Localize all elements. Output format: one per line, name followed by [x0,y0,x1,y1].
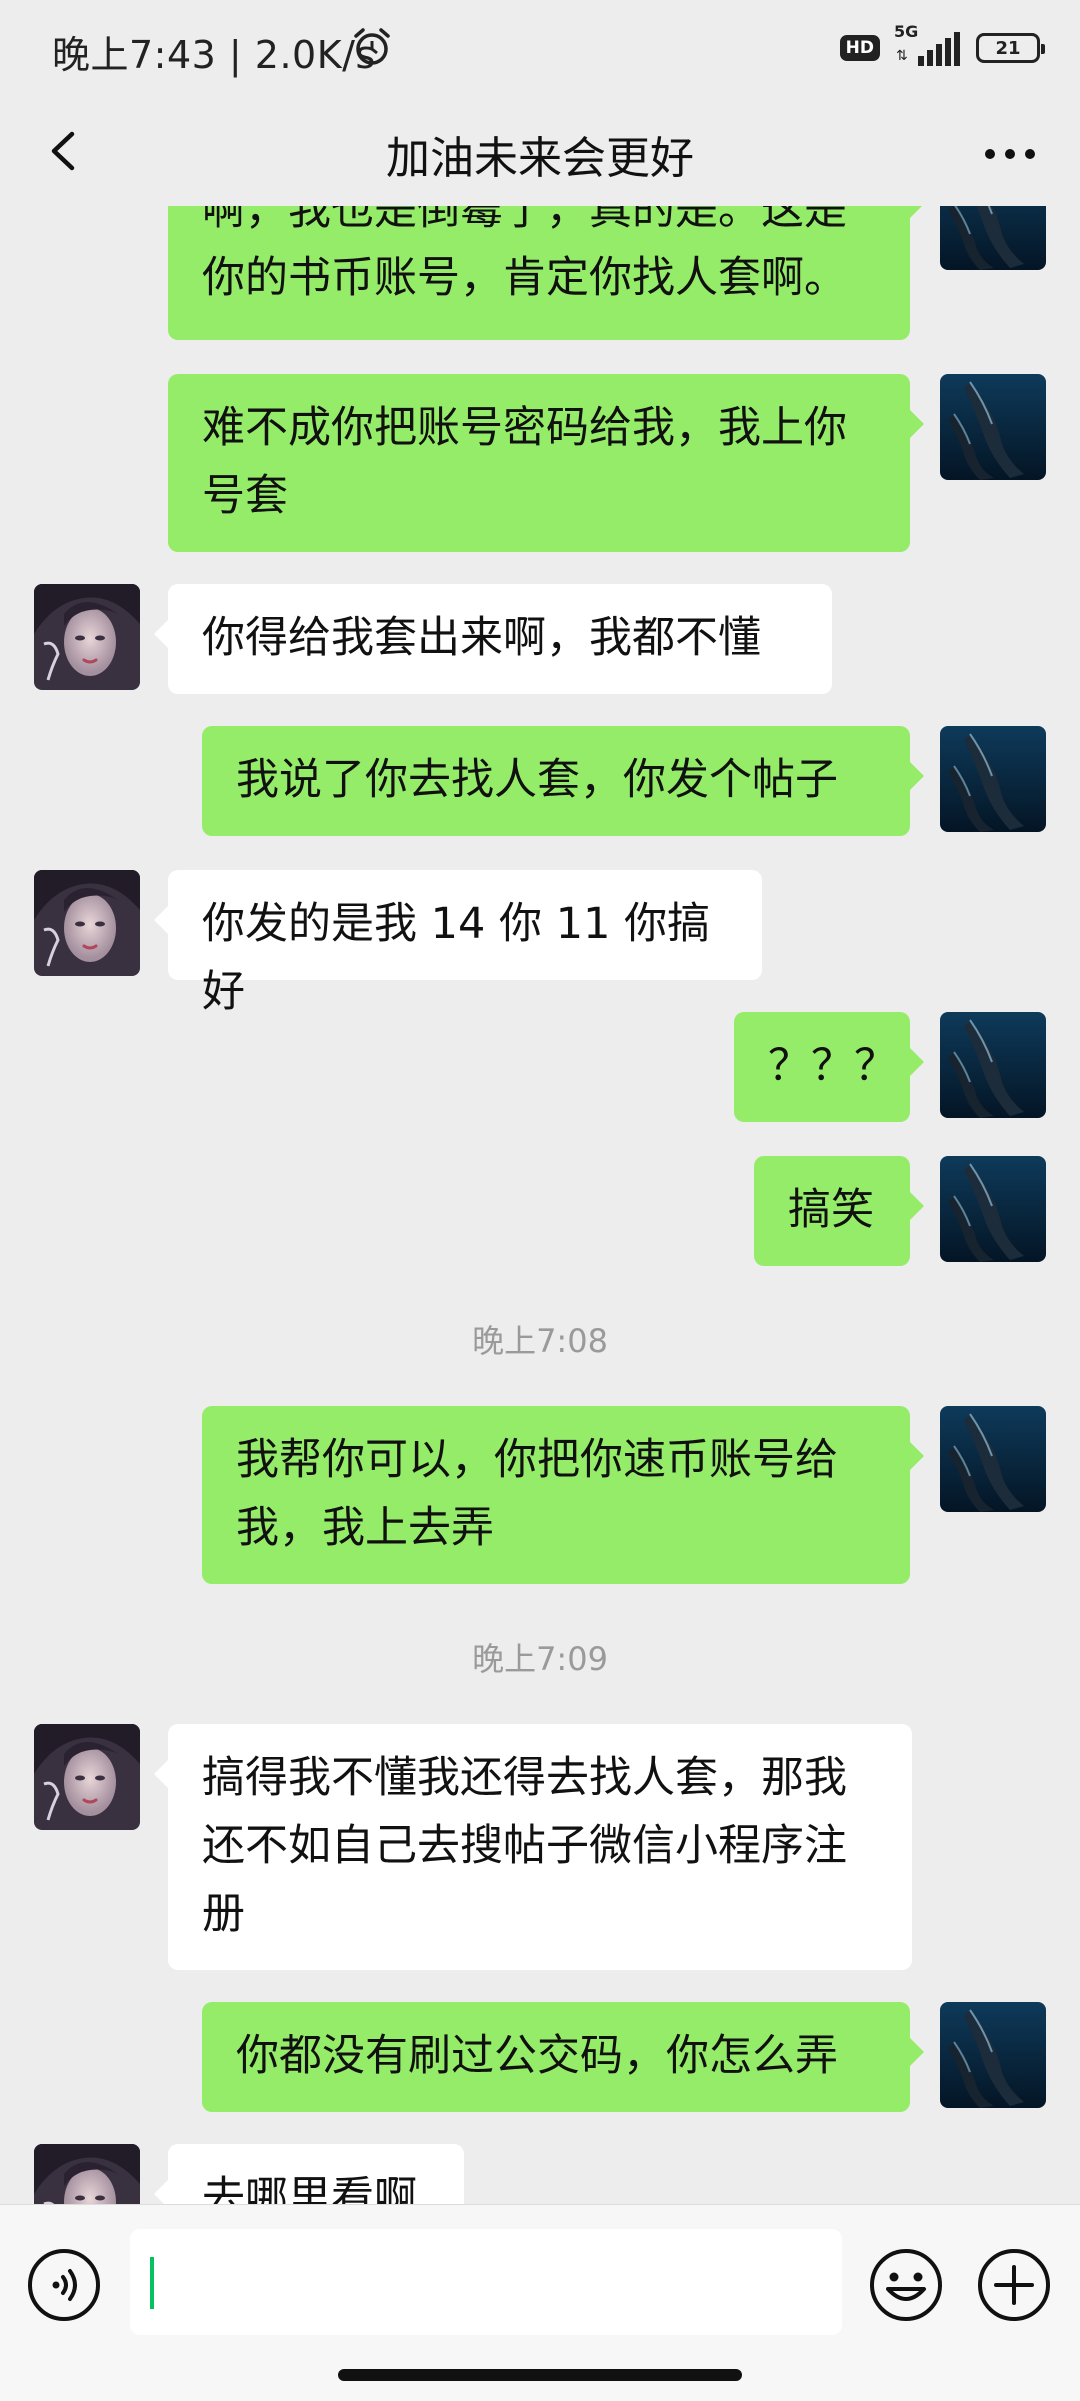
network-type: 5G [894,22,919,41]
my-avatar[interactable] [940,726,1046,832]
voice-button[interactable] [26,2247,102,2323]
more-button[interactable] [970,116,1050,186]
status-indicators: HD 5G ⇅ 21 [839,22,1045,74]
status-bar: 晚上7:43 | 2.0K/s HD 5G ⇅ 21 [0,0,1080,96]
my-avatar[interactable] [940,206,1046,270]
battery-level: 21 [995,37,1021,59]
chat-title: 加油未来会更好 [386,133,694,184]
hd-badge: HD [839,35,880,61]
message-input[interactable] [130,2229,842,2335]
message-text: 我帮你可以，你把你速币账号给 我，我上去弄 [236,1435,838,1553]
message-bubble-received[interactable]: 你发的是我 14 你 11 你搞好 [154,870,762,1017]
message-bubble-sent[interactable]: ？？？ [734,1012,924,1122]
chat-header: 加油未来会更好 [0,96,1080,206]
message-bubble-received[interactable]: 你得给我套出来啊，我都不懂 [154,584,832,694]
message-bubble-sent[interactable]: 难不成你把账号密码给我，我上你 号套 [168,374,924,552]
message-text: ？？？ [768,1041,897,1091]
my-avatar[interactable] [940,1406,1046,1512]
message-text: 搞得我不懂我还得去找人套，那我 还不如自己去搜帖子微信小程序注 册 [202,1753,847,1939]
message-bubble-sent[interactable]: 你都没有刷过公交码，你怎么弄 [202,2002,924,2112]
message-list[interactable]: 啊，我也是倒霉了，真的是。这是 你的书币账号，肯定你找人套啊。 难不成你把账号密… [0,206,1080,2204]
contact-avatar[interactable] [34,870,140,976]
signal-icon: 5G ⇅ [892,22,964,70]
message-text: 你得给我套出来啊，我都不懂 [202,613,761,663]
data-arrows-icon: ⇅ [896,48,908,64]
my-avatar[interactable] [940,2002,1046,2108]
message-text: 难不成你把账号密码给我，我上你 号套 [202,403,847,521]
message-text: 你都没有刷过公交码，你怎么弄 [236,2031,838,2081]
message-text: 啊，我也是倒霉了，真的是。这是 你的书币账号，肯定你找人套啊。 [202,206,847,303]
timestamp: 晚上7:09 [472,1640,608,1678]
home-indicator[interactable] [338,2369,742,2381]
my-avatar[interactable] [940,374,1046,480]
battery-icon: 21 [976,33,1045,63]
message-text: 你发的是我 14 你 11 你搞好 [202,899,711,1017]
voice-icon [28,2249,100,2321]
plus-icon [978,2249,1050,2321]
message-bubble-sent[interactable]: 我说了你去找人套，你发个帖子 [202,726,924,836]
message-bubble-received[interactable]: 去哪里看啊 [154,2144,464,2204]
contact-avatar[interactable] [34,2144,140,2204]
status-time: 晚上7:43 | 2.0K/s [52,33,376,77]
more-dots-icon [985,149,1035,159]
plus-button[interactable] [976,2247,1052,2323]
my-avatar[interactable] [940,1156,1046,1262]
emoji-icon [870,2249,942,2321]
message-bubble-sent[interactable]: 我帮你可以，你把你速币账号给 我，我上去弄 [202,1406,924,1584]
my-avatar[interactable] [940,1012,1046,1118]
message-text: 搞笑 [788,1185,874,1235]
message-bubble-sent[interactable]: 搞笑 [754,1156,924,1266]
emoji-button[interactable] [868,2247,944,2323]
timestamp: 晚上7:08 [472,1322,608,1360]
message-bubble-sent[interactable]: 啊，我也是倒霉了，真的是。这是 你的书币账号，肯定你找人套啊。 [168,206,924,340]
message-bubble-received[interactable]: 搞得我不懂我还得去找人套，那我 还不如自己去搜帖子微信小程序注 册 [154,1724,912,1970]
text-caret [150,2257,154,2309]
alarm-icon [352,26,392,68]
input-bar [0,2204,1080,2401]
message-text: 我说了你去找人套，你发个帖子 [236,755,838,805]
contact-avatar[interactable] [34,584,140,690]
contact-avatar[interactable] [34,1724,140,1830]
message-text: 去哪里看啊 [202,2173,417,2204]
